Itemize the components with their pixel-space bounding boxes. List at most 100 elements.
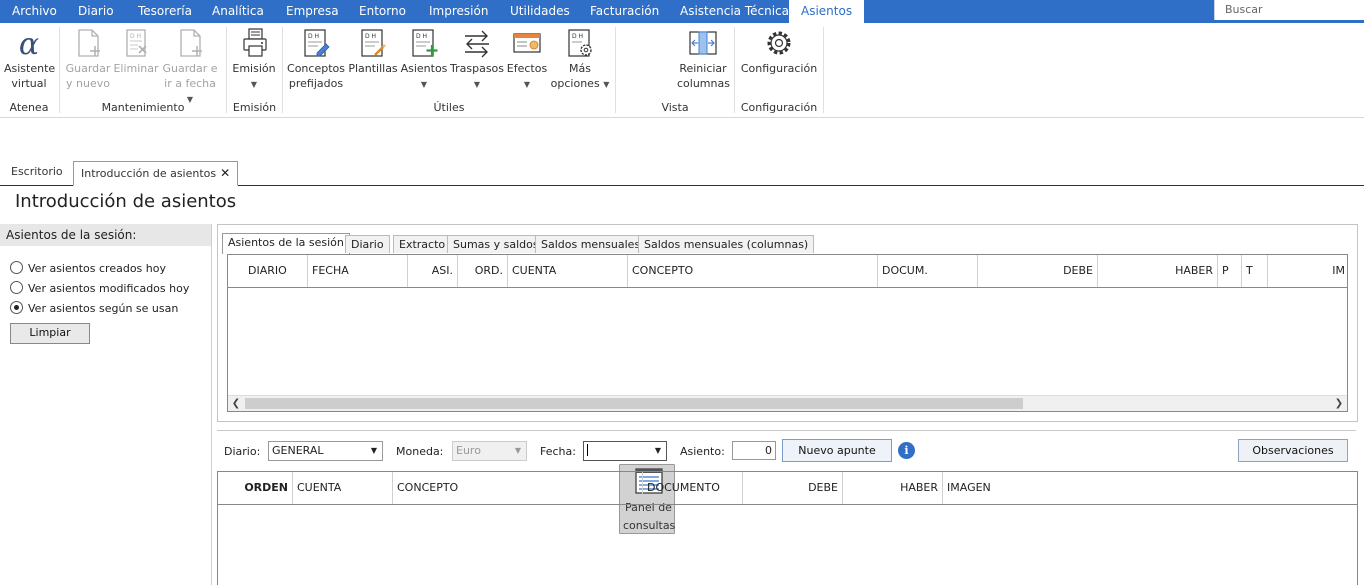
search-input[interactable]: [1215, 0, 1363, 18]
column-header-cuenta[interactable]: CUENTA: [508, 255, 628, 287]
ledger-pencil-icon: D H: [304, 29, 330, 57]
fecha-label: Fecha:: [540, 445, 576, 458]
guardar-y-nuevo-button[interactable]: Guardar y nuevo: [64, 27, 112, 91]
tab-saldos-mensuales-columnas[interactable]: Saldos mensuales (columnas): [638, 235, 815, 253]
column-header-debe[interactable]: DEBE: [743, 472, 843, 504]
column-header-ord[interactable]: ORD.: [458, 255, 508, 287]
nuevo-apunte-button[interactable]: Nuevo apunte: [782, 439, 892, 462]
observaciones-button[interactable]: Observaciones: [1238, 439, 1348, 462]
tab-asientos-de-la-sesion[interactable]: Asientos de la sesión: [222, 233, 350, 254]
column-header-asi[interactable]: ASI.: [408, 255, 458, 287]
menu-asientos[interactable]: Asientos: [789, 0, 865, 24]
group-separator: [823, 27, 824, 113]
radio-ver-asientos-segun-se-usan[interactable]: Ver asientos según se usan: [10, 301, 178, 315]
column-header-haber[interactable]: HABER: [1098, 255, 1218, 287]
chevron-down-icon: ▼: [654, 446, 662, 455]
menu-facturacion[interactable]: Facturación: [590, 0, 659, 23]
scroll-right-icon[interactable]: ❯: [1331, 396, 1347, 411]
radio-circle-icon: [10, 261, 23, 274]
ledger-add-icon: D H: [412, 29, 438, 57]
printer-icon: [243, 28, 267, 57]
conceptos-prefijados-button[interactable]: D H Conceptos prefijados: [287, 27, 345, 91]
menu-entorno[interactable]: Entorno: [359, 0, 406, 23]
menu-empresa[interactable]: Empresa: [286, 0, 339, 23]
session-entries-grid[interactable]: DIARIO FECHA ASI. ORD. CUENTA CONCEPTO D…: [227, 254, 1348, 412]
info-icon[interactable]: i: [898, 442, 915, 459]
ledger-template-icon: D H: [361, 29, 386, 57]
tab-extracto[interactable]: Extracto: [393, 235, 452, 253]
menu-diario[interactable]: Diario: [78, 0, 114, 23]
group-label-atenea: Atenea: [9, 101, 49, 114]
tab-sumas-y-saldos[interactable]: Sumas y saldos: [447, 235, 545, 253]
tab-introduccion-de-asientos[interactable]: Introducción de asientos ✕: [73, 161, 239, 186]
search-box[interactable]: [1214, 0, 1364, 20]
radio-ver-asientos-modificados-hoy[interactable]: Ver asientos modificados hoy: [10, 281, 189, 295]
limpiar-button[interactable]: Limpiar: [10, 323, 90, 344]
tab-escritorio[interactable]: Escritorio: [4, 161, 70, 183]
column-header-concepto[interactable]: CONCEPTO: [393, 472, 643, 504]
moneda-select[interactable]: Euro ▼: [452, 441, 527, 461]
asistente-virtual-button[interactable]: α Asistente virtual: [4, 27, 55, 91]
efectos-button[interactable]: Efectos ▼: [505, 27, 549, 92]
group-label-mantenimiento: Mantenimiento: [101, 101, 185, 114]
column-header-t[interactable]: T: [1242, 255, 1268, 287]
radio-circle-icon: [10, 281, 23, 294]
scroll-left-icon[interactable]: ❮: [228, 396, 244, 411]
column-header-orden[interactable]: ORDEN: [218, 472, 293, 504]
svg-text:D H: D H: [365, 33, 376, 40]
column-header-docum[interactable]: DOCUM.: [878, 255, 978, 287]
document-delete-icon: D H: [126, 29, 147, 57]
menu-archivo[interactable]: Archivo: [12, 0, 57, 23]
column-header-concepto[interactable]: CONCEPTO: [628, 255, 878, 287]
transfer-arrows-icon: [465, 30, 489, 58]
column-header-documento[interactable]: DOCUMENTO: [643, 472, 743, 504]
configuracion-button[interactable]: Configuración: [740, 27, 818, 76]
asiento-label: Asiento:: [680, 445, 725, 458]
tab-saldos-mensuales[interactable]: Saldos mensuales: [535, 235, 647, 253]
column-header-cuenta[interactable]: CUENTA: [293, 472, 393, 504]
guardar-e-ir-a-fecha-button[interactable]: Guardar e ir a fecha ▼: [160, 27, 220, 107]
entry-lines-grid[interactable]: ORDEN CUENTA CONCEPTO DOCUMENTO DEBE HAB…: [217, 471, 1358, 585]
document-tabs: Escritorio Introducción de asientos ✕: [0, 161, 1364, 186]
column-header-imagen[interactable]: IMAGEN: [943, 472, 1357, 504]
reiniciar-columnas-button[interactable]: Reiniciar columnas: [677, 27, 730, 91]
group-label-emision: Emisión: [232, 101, 277, 114]
horizontal-scrollbar[interactable]: ❮ ❯: [228, 395, 1347, 411]
column-header-debe[interactable]: DEBE: [978, 255, 1098, 287]
radio-selected-icon: [10, 301, 23, 314]
plantillas-button[interactable]: D H Plantillas: [348, 27, 398, 76]
document-add-icon: [180, 29, 202, 57]
menu-utilidades[interactable]: Utilidades: [510, 0, 570, 23]
close-icon[interactable]: ✕: [220, 166, 230, 180]
session-panel: Asientos de la sesión: Ver asientos crea…: [0, 224, 212, 585]
eliminar-button[interactable]: D H Eliminar: [113, 27, 159, 76]
radio-ver-asientos-creados-hoy[interactable]: Ver asientos creados hoy: [10, 261, 166, 275]
column-header-fecha[interactable]: FECHA: [308, 255, 408, 287]
traspasos-button[interactable]: Traspasos ▼: [450, 27, 504, 92]
scrollbar-thumb[interactable]: [245, 398, 1023, 409]
group-label-utiles: Útiles: [433, 101, 465, 114]
column-header-haber[interactable]: HABER: [843, 472, 943, 504]
columns-reset-icon: [689, 31, 717, 55]
effect-card-icon: [513, 33, 541, 53]
menu-tesoreria[interactable]: Tesorería: [138, 0, 192, 23]
ribbon: α Asistente virtual Atenea Guardar y nue…: [0, 23, 1364, 534]
asientos-button[interactable]: D H Asientos ▼: [400, 27, 448, 92]
diario-select[interactable]: GENERAL ▼: [268, 441, 383, 461]
chevron-down-icon: ▼: [603, 80, 610, 89]
column-header-diario[interactable]: DIARIO: [228, 255, 308, 287]
asiento-number-input[interactable]: 0: [732, 441, 776, 460]
document-add-icon: [78, 29, 100, 57]
menu-bar: Archivo Diario Tesorería Analítica Empre…: [0, 0, 1364, 24]
emision-button[interactable]: Emisión ▼: [231, 27, 277, 92]
mas-opciones-button[interactable]: D H Más opciones ▼: [550, 27, 610, 92]
column-header-p[interactable]: P: [1218, 255, 1242, 287]
chevron-down-icon: ▼: [514, 446, 522, 455]
menu-analitica[interactable]: Analítica: [212, 0, 264, 23]
diario-label: Diario:: [224, 445, 261, 458]
tab-diario[interactable]: Diario: [345, 235, 390, 253]
column-header-imagen[interactable]: IM: [1268, 255, 1347, 287]
menu-impresion[interactable]: Impresión: [429, 0, 488, 23]
fecha-date-picker[interactable]: ▼: [583, 441, 667, 461]
menu-asistencia-tecnica[interactable]: Asistencia Técnica: [680, 0, 789, 23]
